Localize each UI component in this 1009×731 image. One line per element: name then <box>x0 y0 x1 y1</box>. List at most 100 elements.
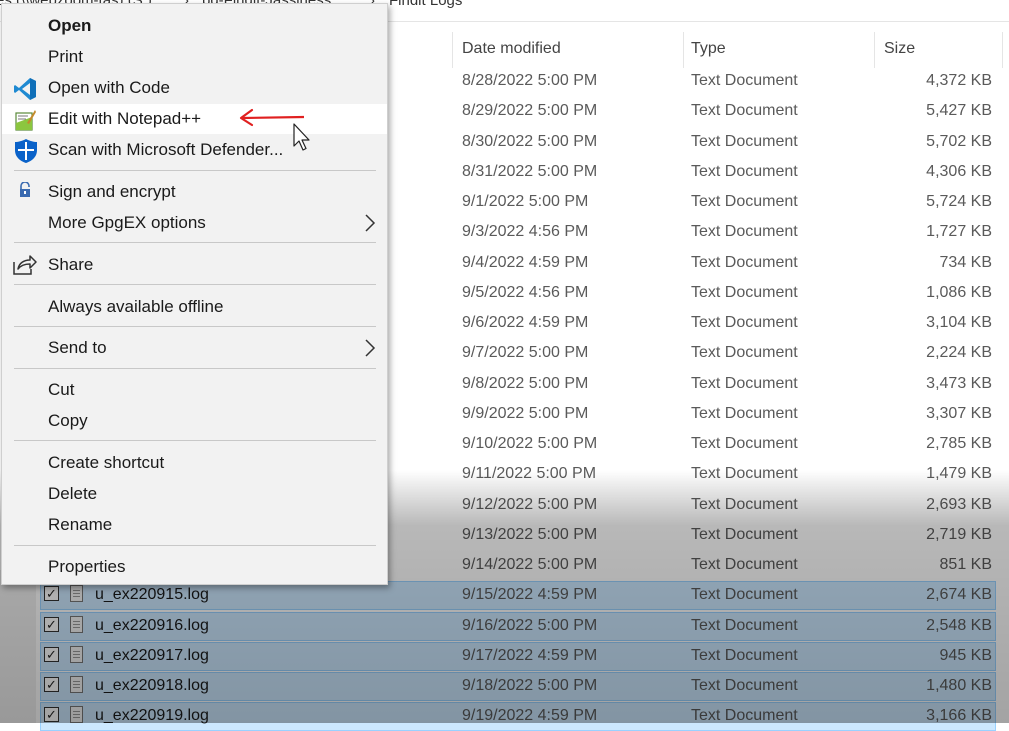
file-type: Text Document <box>691 72 798 89</box>
menu-item-label: Print <box>48 47 83 66</box>
row-checkbox[interactable]: ✓ <box>44 677 59 692</box>
menu-item-label: Create shortcut <box>48 453 165 472</box>
menu-item-edit-notepadpp[interactable]: Edit with Notepad++ <box>2 104 387 134</box>
column-divider[interactable] <box>1002 32 1003 68</box>
file-name[interactable]: u_ex220915.log <box>95 586 209 604</box>
defender-shield-icon <box>13 138 37 163</box>
file-date: 9/4/2022 4:59 PM <box>462 253 589 271</box>
file-size: 3,307 KB <box>926 404 992 422</box>
table-row[interactable]: ✓ u_ex220917.log 9/17/2022 4:59 PM Text Doc… <box>0 641 1009 671</box>
file-date: 8/28/2022 5:00 PM <box>462 72 598 89</box>
vscode-icon <box>13 77 37 100</box>
file-type: Text Document <box>691 677 798 694</box>
menu-item-label: Properties <box>48 557 126 576</box>
menu-item-create-shortcut[interactable]: Create shortcut <box>2 448 387 478</box>
file-size: 2,548 KB <box>926 616 992 634</box>
file-size: 5,724 KB <box>926 193 992 210</box>
menu-item-open[interactable]: Open <box>2 11 387 41</box>
file-date: 9/6/2022 4:59 PM <box>462 314 589 331</box>
column-header-size[interactable]: Size <box>884 40 915 64</box>
file-type: Text Document <box>691 253 798 271</box>
file-type: Text Document <box>691 404 798 422</box>
file-date: 9/17/2022 4:59 PM <box>462 646 598 664</box>
menu-item-cut[interactable]: Cut <box>2 375 387 405</box>
text-file-icon <box>70 585 83 603</box>
table-row[interactable]: ✓ u_ex220916.log 9/16/2022 5:00 PM Text Doc… <box>0 611 1009 641</box>
menu-separator <box>14 242 376 243</box>
file-size: 3,104 KB <box>926 314 992 331</box>
file-size: 1,480 KB <box>926 677 992 694</box>
menu-separator <box>14 284 376 285</box>
table-row[interactable]: ✓ u_ex220919.log 9/19/2022 4:59 PM Text Doc… <box>0 701 1009 731</box>
menu-separator <box>14 545 376 546</box>
menu-item-rename[interactable]: Rename <box>2 510 387 540</box>
row-checkbox[interactable]: ✓ <box>44 616 59 632</box>
file-type: Text Document <box>691 102 798 120</box>
file-name[interactable]: u_ex220916.log <box>95 617 209 635</box>
file-size: 734 KB <box>939 253 992 271</box>
menu-item-scan-defender[interactable]: Scan with Microsoft Defender... <box>2 135 387 165</box>
file-size: 3,473 KB <box>926 374 992 392</box>
breadcrumb-current[interactable]: Findit Logs <box>389 0 462 9</box>
file-date: 9/1/2022 5:00 PM <box>462 193 589 210</box>
menu-item-label: Send to <box>48 338 107 357</box>
menu-item-label: Cut <box>48 380 75 399</box>
file-type: Text Document <box>691 193 798 210</box>
menu-item-send-to[interactable]: Send to <box>2 333 387 363</box>
row-checkbox[interactable]: ✓ <box>44 646 59 662</box>
file-type: Text Document <box>691 435 798 452</box>
text-file-icon <box>70 615 83 633</box>
table-row[interactable]: ✓ u_ex220918.log 9/18/2022 5:00 PM Text Doc… <box>0 671 1009 701</box>
file-size: 2,785 KB <box>926 435 992 452</box>
text-file-icon <box>70 706 83 724</box>
menu-item-label: Rename <box>48 515 113 534</box>
menu-item-properties[interactable]: Properties <box>2 552 387 582</box>
file-type: Text Document <box>691 223 798 241</box>
file-type: Text Document <box>691 162 798 180</box>
file-date: 9/9/2022 5:00 PM <box>462 404 589 422</box>
file-size: 5,702 KB <box>926 132 992 150</box>
menu-item-gpgex-options[interactable]: More GpgEX options <box>2 208 387 238</box>
chevron-right-icon <box>362 339 378 357</box>
file-size: 4,306 KB <box>926 162 992 180</box>
menu-separator <box>14 326 376 327</box>
row-checkbox[interactable]: ✓ <box>44 707 59 723</box>
file-type: Text Document <box>691 586 798 604</box>
file-name[interactable]: u_ex220917.log <box>95 647 209 665</box>
menu-item-sign-encrypt[interactable]: Sign and encrypt <box>2 177 387 207</box>
menu-item-label: Copy <box>48 411 88 430</box>
text-file-icon <box>70 676 83 693</box>
menu-separator <box>14 440 376 441</box>
menu-item-print[interactable]: Print <box>2 42 387 72</box>
file-date: 9/5/2022 4:56 PM <box>462 283 589 301</box>
menu-item-always-offline[interactable]: Always available offline <box>2 292 387 322</box>
column-divider[interactable] <box>452 32 453 68</box>
row-checkbox[interactable]: ✓ <box>44 586 59 602</box>
menu-item-label: Delete <box>48 484 98 503</box>
file-date: 9/13/2022 5:00 PM <box>462 525 598 543</box>
file-name[interactable]: u_ex220918.log <box>95 677 209 695</box>
file-size: 851 KB <box>939 556 992 573</box>
file-type: Text Document <box>691 314 798 331</box>
file-type: Text Document <box>691 374 798 392</box>
menu-item-delete[interactable]: Delete <box>2 479 387 509</box>
file-date: 9/12/2022 5:00 PM <box>462 495 598 513</box>
menu-separator <box>14 170 376 171</box>
file-date: 9/18/2022 5:00 PM <box>462 677 598 694</box>
file-type: Text Document <box>691 465 798 483</box>
file-type: Text Document <box>691 525 798 543</box>
mouse-cursor-icon <box>293 123 310 151</box>
column-divider[interactable] <box>874 32 875 68</box>
file-date: 9/14/2022 5:00 PM <box>462 556 598 573</box>
menu-item-share[interactable]: Share <box>2 250 387 280</box>
file-date: 8/31/2022 5:00 PM <box>462 162 598 180</box>
column-header-date[interactable]: Date modified <box>462 40 561 64</box>
menu-item-open-with-code[interactable]: Open with Code <box>2 73 387 103</box>
file-size: 5,427 KB <box>926 102 992 120</box>
file-size: 1,086 KB <box>926 283 992 301</box>
menu-item-copy[interactable]: Copy <box>2 406 387 436</box>
column-header-type[interactable]: Type <box>691 40 726 64</box>
file-date: 8/29/2022 5:00 PM <box>462 102 598 120</box>
column-divider[interactable] <box>683 32 684 68</box>
menu-item-label: Open <box>48 16 92 35</box>
